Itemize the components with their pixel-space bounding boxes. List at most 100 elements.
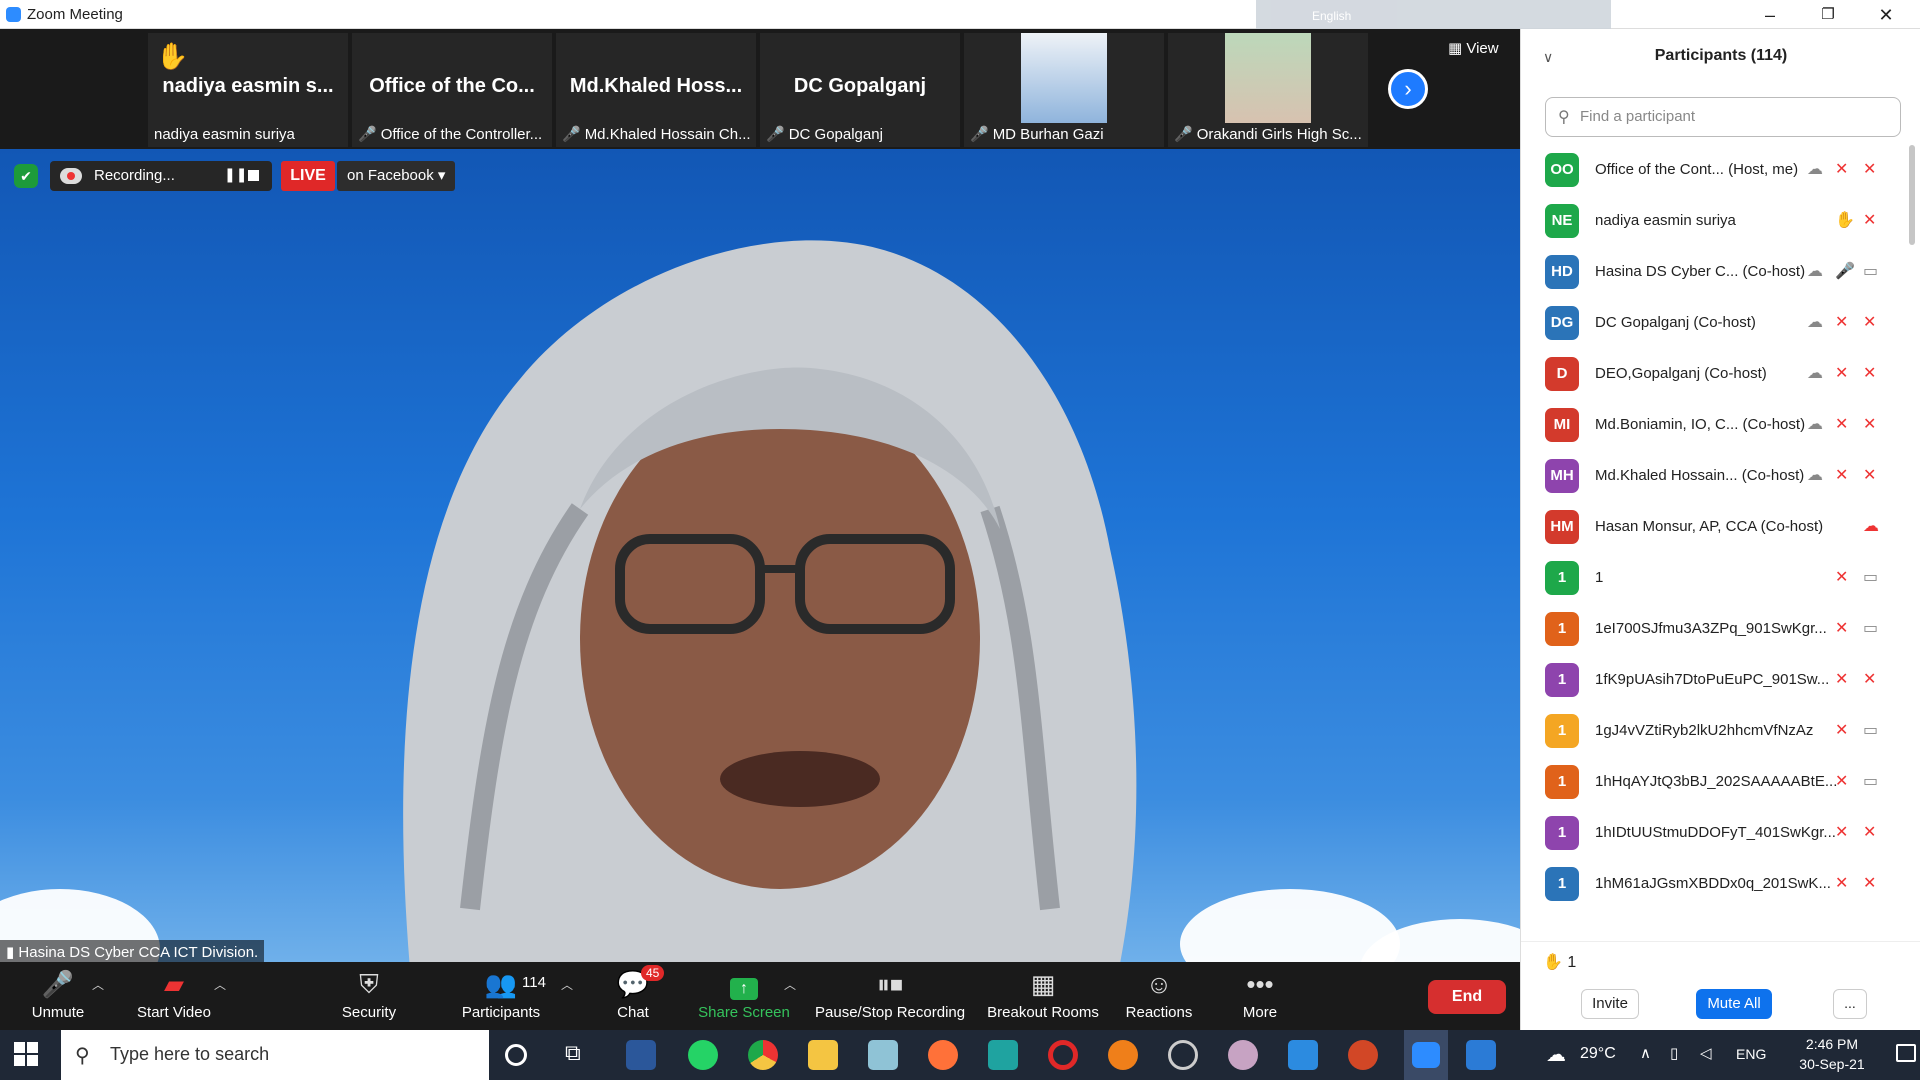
search-placeholder: Find a participant (1580, 108, 1696, 125)
participant-list: OO Office of the Cont... (Host, me) ☁ ✕ ✕ NE n… (1521, 145, 1901, 912)
vlc-icon[interactable] (1108, 1040, 1138, 1070)
participant-row[interactable]: HD Hasina DS Cyber C... (Co-host) ☁ 🎤 ▭ (1545, 247, 1895, 298)
participant-row[interactable]: DG DC Gopalganj (Co-host) ☁ ✕ ✕ (1545, 298, 1895, 349)
zoom-taskbar-icon[interactable] (1404, 1030, 1448, 1080)
clock-time[interactable]: 2:46 PM (1792, 1036, 1872, 1052)
share-arrow-icon: ↑ (730, 978, 758, 1000)
video-status-icon: ✕ (1863, 467, 1877, 484)
mic-status-icon: ✕ (1835, 314, 1849, 331)
pause-recording-button[interactable]: ❚❚ (224, 166, 247, 183)
volume-icon[interactable]: ◁ (1700, 1044, 1712, 1062)
participant-row[interactable]: 1 1hM61aJGsmXBDDx0q_201SwK... ✕ ✕ (1545, 859, 1895, 910)
next-page-button[interactable]: › (1388, 69, 1428, 109)
task-view-icon[interactable]: ⧉ (565, 1040, 595, 1070)
more-button[interactable]: ••• More (1238, 968, 1282, 1021)
whatsapp-icon[interactable] (688, 1040, 718, 1070)
muted-mic-icon: 🎤 (1174, 126, 1193, 143)
thumbnail-3[interactable]: DC Gopalganj 🎤 DC Gopalganj (760, 33, 960, 147)
notepad-icon[interactable] (868, 1040, 898, 1070)
shield-icon: ⛨ (359, 969, 379, 999)
video-status-icon: ▭ (1863, 722, 1879, 739)
unmute-button[interactable]: 🎤 Unmute (28, 968, 88, 1021)
minimize-button[interactable]: – (1750, 3, 1790, 27)
windows-start-icon[interactable] (14, 1042, 38, 1066)
invite-button[interactable]: Invite (1581, 989, 1639, 1019)
live-destination-dropdown[interactable]: on Facebook ▾ (337, 161, 455, 191)
opera-icon[interactable] (1048, 1040, 1078, 1070)
mic-status-icon: ✕ (1835, 365, 1849, 382)
temperature[interactable]: 29°C (1580, 1045, 1616, 1063)
word-icon[interactable] (626, 1040, 656, 1070)
participant-row[interactable]: 1 1hIDtUUStmuDDOFyT_401SwKgr... ✕ ✕ (1545, 808, 1895, 859)
security-button[interactable]: ⛨ Security (339, 968, 399, 1021)
start-video-button[interactable]: ▰ Start Video (132, 968, 216, 1021)
taskbar-search-box[interactable]: ⚲ Type here to search (61, 1030, 489, 1080)
thumbnail-1[interactable]: Office of the Co... 🎤 Office of the Contr… (352, 33, 552, 147)
stop-recording-button[interactable] (248, 170, 259, 181)
chat-badge: 45 (641, 965, 665, 981)
participant-row[interactable]: 1 1fK9pUAsih7DtoPuEuPC_901Sw... ✕ ✕ (1545, 655, 1895, 706)
mute-all-button[interactable]: Mute All (1696, 989, 1772, 1019)
network-icon[interactable]: ▯ (1670, 1044, 1678, 1062)
participant-row[interactable]: NE nadiya easmin suriya ✋ ✕ (1545, 196, 1895, 247)
thumbnail-2[interactable]: Md.Khaled Hoss... 🎤 Md.Khaled Hossain Ch.… (556, 33, 756, 147)
thumbnail-5[interactable]: 🎤 Orakandi Girls High Sc... (1168, 33, 1368, 147)
ime-toolbar[interactable]: English (1256, 0, 1611, 32)
video-status-icon: ✕ (1863, 824, 1877, 841)
notification-icon[interactable] (1896, 1044, 1916, 1062)
thumbnail-name-large: DC Gopalganj (793, 75, 927, 97)
mic-status-icon: ✕ (1835, 467, 1849, 484)
recording-status-icon: ☁ (1807, 314, 1823, 331)
panel-title: Participants (114) (1654, 47, 1788, 64)
file-explorer-icon[interactable] (808, 1040, 838, 1070)
reactions-button[interactable]: ☺ Reactions (1124, 968, 1194, 1021)
participant-row[interactable]: OO Office of the Cont... (Host, me) ☁ ✕ ✕ (1545, 145, 1895, 196)
participant-row[interactable]: 1 1hHqAYJtQ3bBJ_202SAAAAABtE... ✕ ▭ (1545, 757, 1895, 808)
panel-more-button[interactable]: ... (1833, 989, 1867, 1019)
muted-mic-icon: 🎤 (562, 126, 581, 143)
participant-row[interactable]: 1 1eI700SJfmu3A3ZPq_901SwKgr... ✕ ▭ (1545, 604, 1895, 655)
close-button[interactable]: ✕ (1866, 3, 1906, 27)
encryption-shield-icon[interactable]: ✔ (14, 164, 38, 188)
breakout-rooms-button[interactable]: ▦ Breakout Rooms (985, 968, 1101, 1021)
participant-avatar: 1 (1545, 816, 1579, 850)
meeting-toolbar: 🎤 Unmute ︿ ▰ Start Video ︿ ⛨ Security 👥 Part… (0, 962, 1520, 1030)
end-meeting-button[interactable]: End (1428, 980, 1506, 1014)
participant-row[interactable]: 1 1 ✕ ▭ (1545, 553, 1895, 604)
share-screen-button[interactable]: ↑ Share Screen (698, 968, 790, 1021)
chrome-icon[interactable] (748, 1040, 778, 1070)
participants-caret[interactable]: ︿ (561, 976, 573, 993)
participant-row[interactable]: D DEO,Gopalganj (Co-host) ☁ ✕ ✕ (1545, 349, 1895, 400)
view-button[interactable]: ▦ View (1448, 39, 1499, 57)
participant-list-scrollbar[interactable] (1909, 145, 1915, 245)
clock-date[interactable]: 30-Sep-21 (1792, 1056, 1872, 1072)
participant-row[interactable]: MH Md.Khaled Hossain... (Co-host) ☁ ✕ ✕ (1545, 451, 1895, 502)
input-language[interactable]: ENG (1736, 1046, 1766, 1062)
thumbnail-name-large: Office of the Co... (369, 75, 535, 97)
powerpoint-icon[interactable] (1348, 1040, 1378, 1070)
cortana-icon[interactable] (505, 1044, 527, 1066)
pause-stop-recording-button[interactable]: ⏸⏹ Pause/Stop Recording (815, 968, 965, 1021)
photos-icon[interactable] (1288, 1040, 1318, 1070)
participant-avatar: 1 (1545, 867, 1579, 901)
paint-icon[interactable] (1228, 1040, 1258, 1070)
obs-icon[interactable] (1168, 1040, 1198, 1070)
thumbnail-name: 🎤 Md.Khaled Hossain Ch... (562, 126, 751, 143)
participant-avatar: 1 (1545, 765, 1579, 799)
participant-name: nadiya easmin suriya (1595, 212, 1736, 229)
participant-search-input[interactable]: ⚲ Find a participant (1545, 97, 1901, 137)
restore-button[interactable]: ❐ (1808, 3, 1848, 27)
speaker-figure (403, 240, 1137, 962)
firefox-icon[interactable] (928, 1040, 958, 1070)
participant-row[interactable]: HM Hasan Monsur, AP, CCA (Co-host) ☁ (1545, 502, 1895, 553)
app-icon[interactable] (988, 1040, 1018, 1070)
participant-row[interactable]: 1 1gJ4vVZtiRyb2lkU2hhcmVfNzAz ✕ ▭ (1545, 706, 1895, 757)
chevron-up-icon[interactable]: ∧ (1640, 1044, 1651, 1062)
video-player-icon[interactable] (1466, 1040, 1496, 1070)
thumbnail-0[interactable]: ✋ nadiya easmin s... nadiya easmin suriy… (148, 33, 348, 147)
thumbnail-4[interactable]: 🎤 MD Burhan Gazi (964, 33, 1164, 147)
participant-row[interactable]: MI Md.Boniamin, IO, C... (Co-host) ☁ ✕ ✕ (1545, 400, 1895, 451)
audio-options-caret[interactable]: ︿ (92, 976, 104, 993)
share-options-caret[interactable]: ︿ (784, 976, 796, 993)
video-options-caret[interactable]: ︿ (214, 976, 226, 993)
